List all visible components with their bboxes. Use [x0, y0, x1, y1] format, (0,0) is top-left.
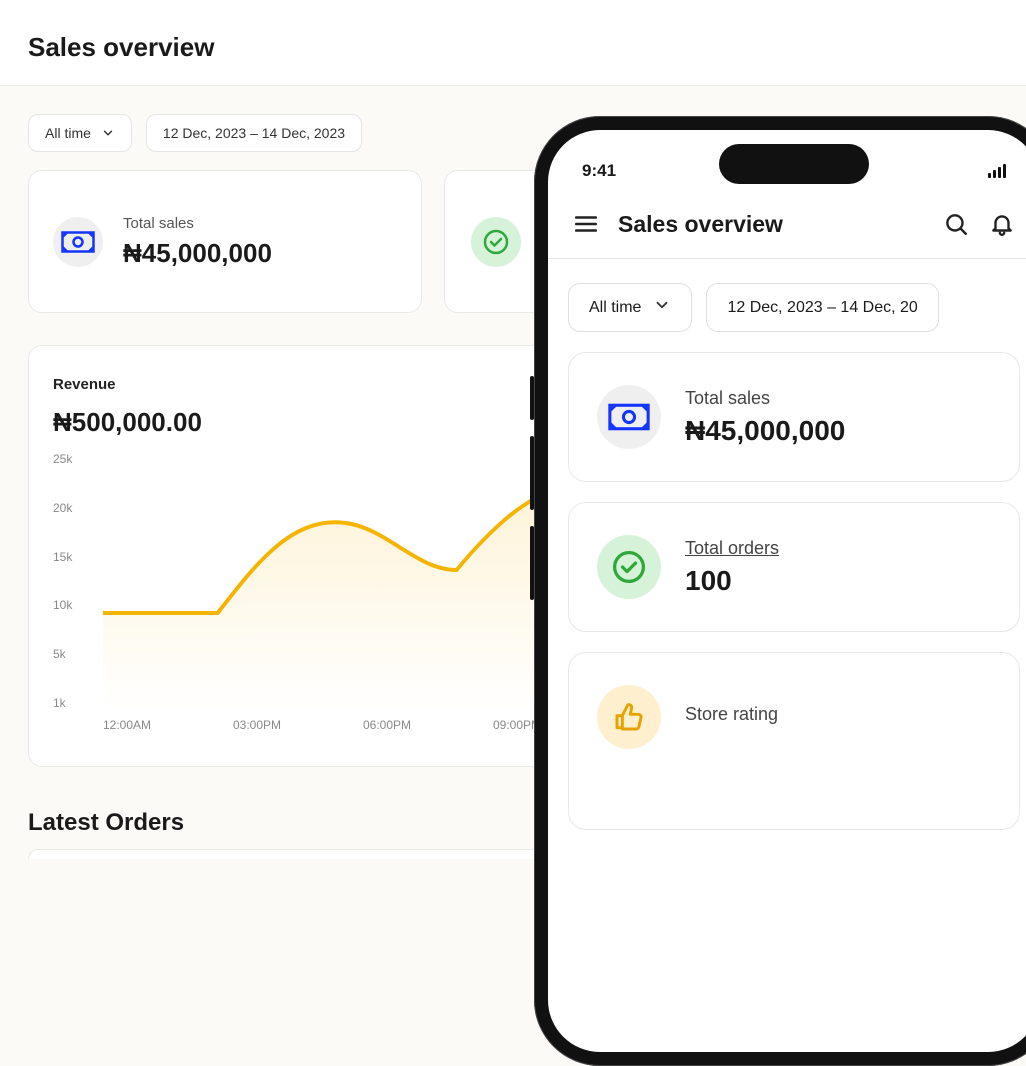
- mobile-date-range-label: 12 Dec, 2023 – 14 Dec, 20: [727, 299, 917, 317]
- mobile-kpi-sales-label: Total sales: [685, 388, 845, 409]
- chevron-down-icon: [653, 296, 671, 319]
- mobile-page-title: Sales overview: [618, 211, 924, 238]
- mobile-time-filter[interactable]: All time: [568, 283, 692, 332]
- thumbs-up-icon: [597, 685, 661, 749]
- mobile-time-filter-label: All time: [589, 299, 641, 317]
- cash-icon: [53, 217, 103, 267]
- date-range-filter[interactable]: 12 Dec, 2023 – 14 Dec, 2023: [146, 114, 362, 152]
- phone-notch: [719, 144, 869, 184]
- mobile-kpi-total-orders: Total orders 100: [568, 502, 1020, 632]
- bell-icon[interactable]: [988, 210, 1016, 238]
- kpi-card-total-sales: Total sales ₦45,000,000: [28, 170, 422, 313]
- signal-icon: [988, 164, 1006, 178]
- check-circle-icon: [471, 217, 521, 267]
- date-range-label: 12 Dec, 2023 – 14 Dec, 2023: [163, 125, 345, 141]
- page-title: Sales overview: [0, 0, 1026, 85]
- mobile-kpi-sales-value: ₦45,000,000: [685, 415, 845, 447]
- kpi-total-sales-value: ₦45,000,000: [123, 238, 272, 269]
- chart-y-axis: 25k 20k 15k 10k 5k 1k: [53, 452, 99, 710]
- time-filter[interactable]: All time: [28, 114, 132, 152]
- menu-icon[interactable]: [572, 210, 600, 238]
- chevron-down-icon: [101, 126, 115, 140]
- mobile-clock: 9:41: [582, 161, 616, 181]
- time-filter-label: All time: [45, 125, 91, 141]
- search-icon[interactable]: [942, 210, 970, 238]
- check-circle-icon: [597, 535, 661, 599]
- mobile-kpi-rating-label: Store rating: [685, 704, 778, 725]
- mobile-kpi-store-rating: Store rating: [568, 652, 1020, 830]
- mobile-kpi-total-sales: Total sales ₦45,000,000: [568, 352, 1020, 482]
- mobile-kpi-orders-value: 100: [685, 565, 779, 597]
- mobile-preview: 9:41 Sales overview All time: [534, 116, 1026, 1066]
- mobile-kpi-orders-label: Total orders: [685, 538, 779, 559]
- mobile-date-range-filter[interactable]: 12 Dec, 2023 – 14 Dec, 20: [706, 283, 938, 332]
- cash-icon: [597, 385, 661, 449]
- kpi-total-sales-label: Total sales: [123, 215, 272, 232]
